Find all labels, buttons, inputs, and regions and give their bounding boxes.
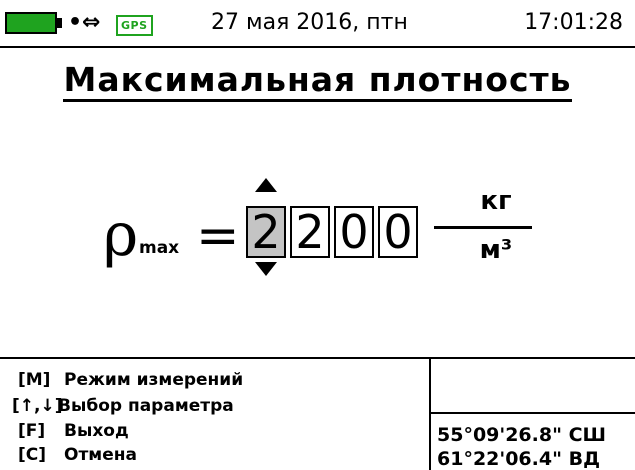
help-text: Выбор параметра xyxy=(58,396,234,416)
help-key: [F] xyxy=(18,421,46,441)
help-key: [C] xyxy=(18,445,47,465)
equals-sign: = xyxy=(196,206,240,266)
help-item-cancel: [C] Отмена xyxy=(18,445,137,465)
digit-field-4[interactable]: 0 xyxy=(378,206,418,258)
help-item-exit: [F] Выход xyxy=(18,421,129,441)
latitude: 55°09'26.8" СШ xyxy=(437,424,607,446)
longitude: 61°22'06.4" ВД xyxy=(437,448,600,470)
status-date: 27 мая 2016, птн xyxy=(211,10,408,35)
digit-field-2[interactable]: 2 xyxy=(290,206,330,258)
help-item-select: [↑,↓]Выбор параметра xyxy=(12,396,234,416)
density-subscript: max xyxy=(139,238,180,258)
help-key: [↑,↓] xyxy=(12,396,63,416)
help-key: [M] xyxy=(18,370,51,390)
help-item-mode: [M] Режим измерений xyxy=(18,370,243,390)
help-text: Отмена xyxy=(64,445,137,465)
digit-field-1[interactable]: 2 xyxy=(246,206,286,258)
battery-tip xyxy=(57,18,62,28)
status-bar: •⇔ GPS 27 мая 2016, птн 17:01:28 xyxy=(0,0,635,48)
density-symbol: ρ xyxy=(103,200,139,270)
fraction-bar xyxy=(434,226,532,229)
panel-divider xyxy=(0,357,635,359)
page-title: Максимальная плотность xyxy=(0,60,635,102)
coordinates-divider xyxy=(429,412,635,414)
unit-numerator: кг xyxy=(480,186,512,216)
usb-icon: •⇔ xyxy=(68,10,101,35)
decrement-arrow-icon[interactable] xyxy=(255,262,277,276)
status-time: 17:01:28 xyxy=(524,10,623,35)
help-text: Режим измерений xyxy=(64,370,244,390)
gps-indicator: GPS xyxy=(116,15,153,36)
help-text: Выход xyxy=(64,421,129,441)
digit-field-3[interactable]: 0 xyxy=(334,206,374,258)
unit-denominator: м³ xyxy=(479,235,513,265)
increment-arrow-icon[interactable] xyxy=(255,178,277,192)
battery-icon xyxy=(5,12,57,34)
